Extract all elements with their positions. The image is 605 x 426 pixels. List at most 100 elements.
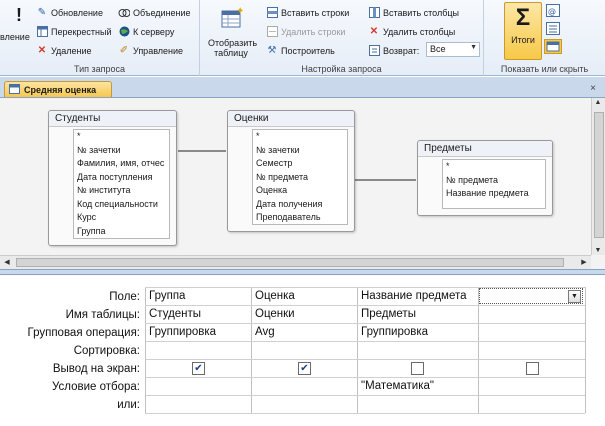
insert-rows-icon: [266, 7, 278, 19]
scroll-up-icon[interactable]: ▲: [592, 99, 604, 106]
return-select[interactable]: Все ▼: [426, 42, 480, 57]
ribbon-group-query-type: ! вление ✎ Обновление Перекрестный ✕ Уда…: [0, 0, 200, 76]
show-checkbox-4[interactable]: [526, 362, 539, 375]
builder-button[interactable]: ⚒ Построитель: [266, 43, 335, 58]
field-item[interactable]: Курс: [74, 211, 169, 225]
property-sheet-icon[interactable]: [546, 22, 560, 35]
grid-cell-sort-3[interactable]: [358, 341, 477, 359]
ribbon-group-query-setup: ✦ Отобразить таблицу Вставить строки Уда…: [200, 0, 484, 76]
globe-icon: [118, 26, 130, 38]
field-item[interactable]: Фамилия, имя, отчес: [74, 157, 169, 171]
update-button[interactable]: ✎ Обновление: [36, 5, 103, 20]
field-item[interactable]: *: [443, 160, 545, 174]
field-item[interactable]: 🔑№ предмета: [443, 174, 545, 188]
insert-columns-icon: [368, 7, 380, 19]
table-students-fields[interactable]: * 🔑№ зачетки Фамилия, имя, отчес Дата по…: [73, 129, 170, 239]
show-checkbox-2[interactable]: ✔: [298, 362, 311, 375]
grid-cell-criteria-2[interactable]: [252, 377, 356, 395]
grid-cell-criteria-3[interactable]: "Математика": [358, 377, 477, 395]
field-item[interactable]: Семестр: [253, 157, 347, 171]
document-tab-title: Средняя оценка: [24, 84, 97, 95]
table-grades-title[interactable]: Оценки: [228, 111, 354, 127]
table-pane: Студенты * 🔑№ зачетки Фамилия, имя, отче…: [0, 97, 605, 269]
grid-cell-total-3[interactable]: Группировка: [358, 323, 477, 341]
field-item[interactable]: *: [74, 130, 169, 144]
table-students-title[interactable]: Студенты: [49, 111, 176, 127]
table-names-icon[interactable]: [544, 39, 562, 54]
pass-through-button[interactable]: К серверу: [118, 24, 174, 39]
grid-cell-total-1[interactable]: Группировка: [146, 323, 250, 341]
scroll-thumb[interactable]: [594, 112, 604, 238]
delete-rows-button[interactable]: Удалить строки: [266, 24, 345, 39]
scroll-down-icon[interactable]: ▼: [592, 247, 604, 254]
field-item[interactable]: 🔑№ зачетки: [74, 144, 169, 158]
grid-row-line: [145, 359, 585, 360]
table-subjects-fields[interactable]: * 🔑№ предмета Название предмета: [442, 159, 546, 209]
grid-cell-criteria-1[interactable]: [146, 377, 250, 395]
edit-pencil-icon: ✐: [119, 44, 129, 56]
grid-row-line: [145, 413, 585, 414]
totals-button[interactable]: Σ Итоги: [504, 2, 542, 60]
grid-cell-sort-1[interactable]: [146, 341, 250, 359]
show-table-icon: ✦: [202, 6, 260, 32]
data-definition-button[interactable]: ✐ Управление: [118, 43, 183, 58]
totals-label: Итоги: [511, 35, 535, 45]
scroll-thumb[interactable]: [16, 258, 564, 267]
field-item[interactable]: № института: [74, 184, 169, 198]
insert-rows-button[interactable]: Вставить строки: [266, 5, 349, 20]
svg-text:✦: ✦: [236, 6, 243, 17]
field-item[interactable]: Преподаватель: [253, 211, 347, 224]
table-grades[interactable]: Оценки * № зачетки Семестр № предмета Оц…: [227, 110, 355, 232]
crosstab-button[interactable]: Перекрестный: [36, 24, 112, 39]
field-item[interactable]: Дата поступления: [74, 171, 169, 185]
table-grades-fields[interactable]: * № зачетки Семестр № предмета Оценка Да…: [252, 129, 348, 225]
table-pane-horizontal-scrollbar[interactable]: ◀ ▶: [0, 255, 591, 269]
field-item[interactable]: № предмета: [253, 171, 347, 185]
field-dropdown-chevron-icon[interactable]: ▼: [568, 290, 581, 303]
ribbon-group-show-hide: Σ Итоги @ Показать или скрыть: [484, 0, 605, 76]
exclamation-icon: !: [16, 5, 22, 25]
table-subjects-title[interactable]: Предметы: [418, 141, 552, 157]
ribbon: ! вление ✎ Обновление Перекрестный ✕ Уда…: [0, 0, 605, 76]
grid-cell-table-1[interactable]: Студенты: [146, 305, 250, 323]
field-item[interactable]: Название предмета: [443, 187, 545, 201]
show-table-label: Отобразить таблицу: [208, 38, 258, 58]
show-checkbox-1[interactable]: ✔: [192, 362, 205, 375]
group-label-show-hide: Показать или скрыть: [500, 64, 589, 74]
delete-columns-button[interactable]: ✕ Удалить столбцы: [368, 24, 455, 39]
grid-cell-field-1[interactable]: Группа: [146, 287, 250, 305]
close-icon[interactable]: ×: [587, 83, 599, 95]
grid-cell-field-3[interactable]: Название предмета: [358, 287, 477, 305]
delete-x-icon: ✕: [37, 44, 47, 56]
union-button[interactable]: Объединение: [118, 5, 191, 20]
grid-cell-sort-2[interactable]: [252, 341, 356, 359]
grid-cell-total-2[interactable]: Avg: [252, 323, 356, 341]
grid-cell-field-2[interactable]: Оценка: [252, 287, 356, 305]
table-students[interactable]: Студенты * 🔑№ зачетки Фамилия, имя, отче…: [48, 110, 177, 246]
make-table-button-partial[interactable]: ! вление: [0, 5, 30, 42]
grid-cell-table-3[interactable]: Предметы: [358, 305, 477, 323]
delete-button[interactable]: ✕ Удаление: [36, 43, 92, 58]
svg-text:@: @: [548, 7, 556, 16]
field-item[interactable]: *: [253, 130, 347, 144]
sigma-icon: Σ: [515, 4, 531, 31]
insert-columns-button[interactable]: Вставить столбцы: [368, 5, 459, 20]
return-icon: [368, 45, 380, 57]
field-item[interactable]: Код специальности: [74, 198, 169, 212]
scroll-right-icon[interactable]: ▶: [578, 258, 590, 266]
table-pane-vertical-scrollbar[interactable]: ▲ ▼: [591, 98, 605, 255]
table-subjects[interactable]: Предметы * 🔑№ предмета Название предмета: [417, 140, 553, 216]
show-table-button[interactable]: ✦ Отобразить таблицу: [202, 6, 260, 58]
field-item[interactable]: № зачетки: [253, 144, 347, 158]
pencil-icon: ✎: [37, 6, 47, 18]
scroll-left-icon[interactable]: ◀: [1, 258, 13, 266]
document-tab[interactable]: Средняя оценка: [4, 81, 112, 97]
group-label-query-type: Тип запроса: [73, 64, 126, 74]
show-checkbox-3[interactable]: [411, 362, 424, 375]
grid-label-criteria: Условие отбора:: [51, 381, 140, 393]
parameters-icon[interactable]: @: [546, 4, 560, 17]
grid-cell-table-2[interactable]: Оценки: [252, 305, 356, 323]
field-item[interactable]: Оценка: [253, 184, 347, 198]
field-item[interactable]: Группа: [74, 225, 169, 239]
field-item[interactable]: Дата получения: [253, 198, 347, 212]
